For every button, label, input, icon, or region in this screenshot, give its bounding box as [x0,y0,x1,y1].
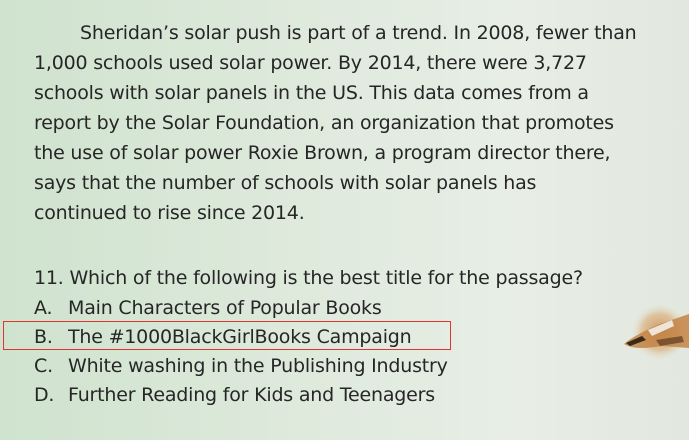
option-letter: C. [34,355,53,377]
option-text: Main Characters of Popular Books [68,297,382,319]
option-letter: A. [34,297,53,319]
answer-option-d[interactable]: D. Further Reading for Kids and Teenagers [34,381,435,410]
selected-answer-highlight [3,321,451,350]
answer-option-a[interactable]: A. Main Characters of Popular Books [34,294,382,323]
pen-pointer-icon [624,302,689,362]
passage-line: continued to rise since 2014. [34,202,305,224]
question-prompt: 11. Which of the following is the best t… [34,267,583,289]
option-letter: D. [34,384,55,406]
passage-line: Sheridan’s solar push is part of a trend… [80,22,637,44]
answer-option-c[interactable]: C. White washing in the Publishing Indust… [34,352,448,381]
option-text: White washing in the Publishing Industry [68,355,448,377]
passage-line: says that the number of schools with sol… [34,172,537,194]
passage-line: the use of solar power Roxie Brown, a pr… [34,142,611,164]
passage-line: report by the Solar Foundation, an organ… [34,112,614,134]
passage-line: schools with solar panels in the US. Thi… [34,82,589,104]
option-text: Further Reading for Kids and Teenagers [68,384,435,406]
reading-passage: Sheridan’s solar push is part of a trend… [34,18,674,228]
passage-line: 1,000 schools used solar power. By 2014,… [34,52,587,74]
worksheet-screen: Sheridan’s solar push is part of a trend… [0,0,689,440]
